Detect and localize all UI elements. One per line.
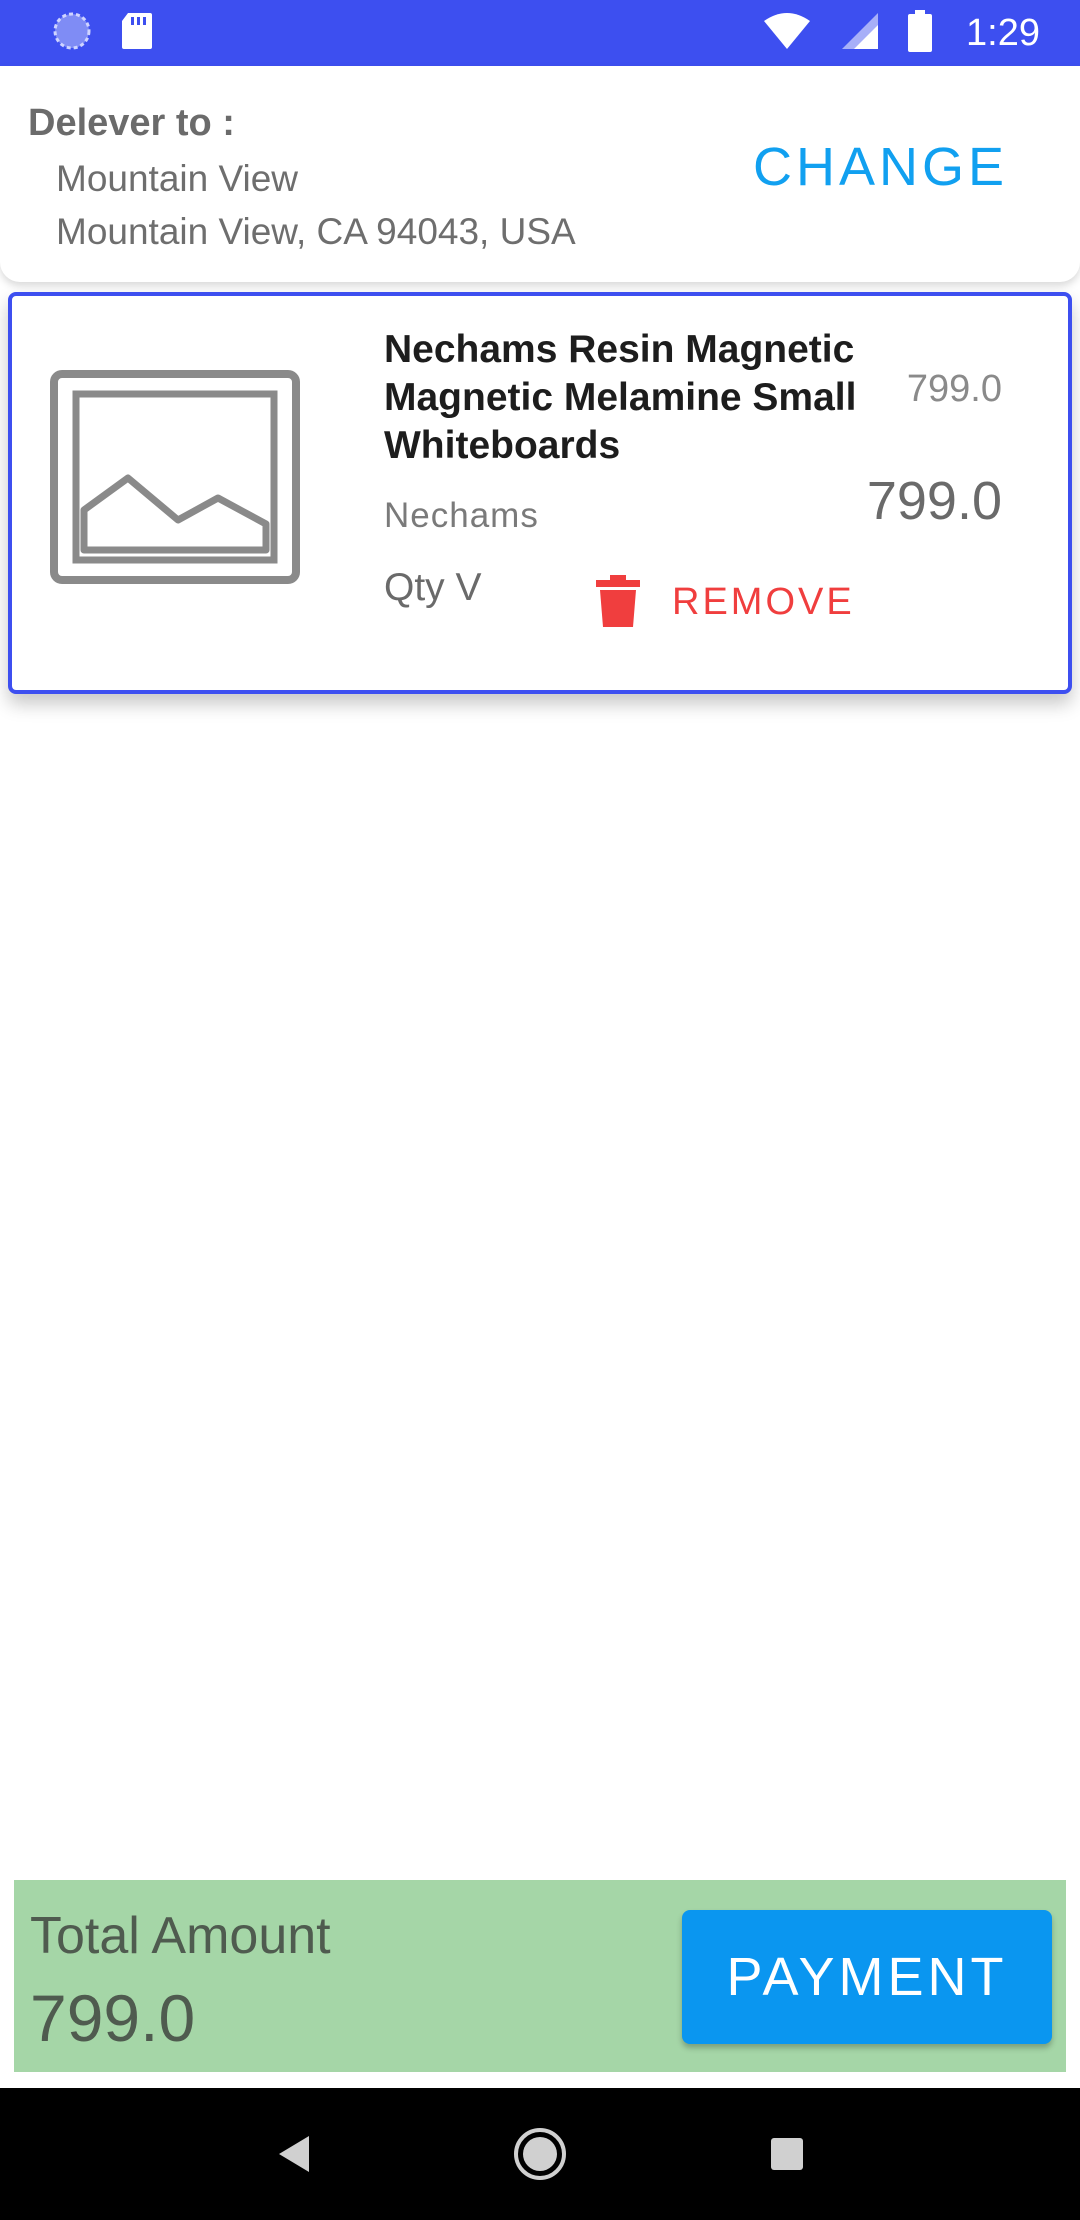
status-right: 1:29 [762, 9, 1040, 57]
address-line-1: Mountain View [56, 158, 299, 199]
battery-icon [908, 9, 933, 57]
product-brand: Nechams [384, 496, 539, 535]
quantity-dropdown[interactable]: Qty V [384, 566, 482, 610]
back-icon[interactable] [248, 2109, 338, 2199]
status-time: 1:29 [966, 11, 1040, 54]
remove-item-button[interactable]: REMOVE [596, 572, 855, 632]
sd-card-icon [120, 11, 154, 56]
product-title: Nechams Resin Magnetic Magnetic Melamine… [384, 328, 857, 467]
payment-button[interactable]: PAYMENT [682, 1910, 1052, 2044]
status-bar: 1:29 [0, 0, 1080, 66]
navigation-bar [0, 2088, 1080, 2220]
trash-icon [596, 574, 640, 630]
product-price: 799.0 [866, 471, 1002, 531]
wifi-icon [762, 11, 812, 56]
signal-icon [840, 11, 880, 56]
product-image-placeholder-icon [50, 370, 300, 584]
status-left [52, 11, 154, 56]
total-amount-label: Total Amount [30, 1907, 331, 1965]
recents-icon[interactable] [742, 2109, 832, 2199]
deliver-to-label: Delever to : [28, 102, 235, 144]
original-price: 799.0 [906, 368, 1002, 410]
remove-label: REMOVE [672, 580, 855, 623]
address-line-2: Mountain View, CA 94043, USA [56, 211, 576, 252]
delivery-address-card: Delever to : Mountain View Mountain View… [0, 66, 1080, 282]
loading-icon [52, 11, 92, 56]
cart-screen: 1:29 Delever to : Mountain View Mountain… [0, 0, 1080, 2220]
total-bar: Total Amount 799.0 PAYMENT [14, 1880, 1066, 2072]
cart-item-card: Nechams Resin Magnetic Magnetic Melamine… [8, 292, 1072, 694]
total-amount-value: 799.0 [30, 1981, 196, 2055]
home-icon[interactable] [495, 2109, 585, 2199]
change-address-button[interactable]: CHANGE [753, 132, 1008, 202]
